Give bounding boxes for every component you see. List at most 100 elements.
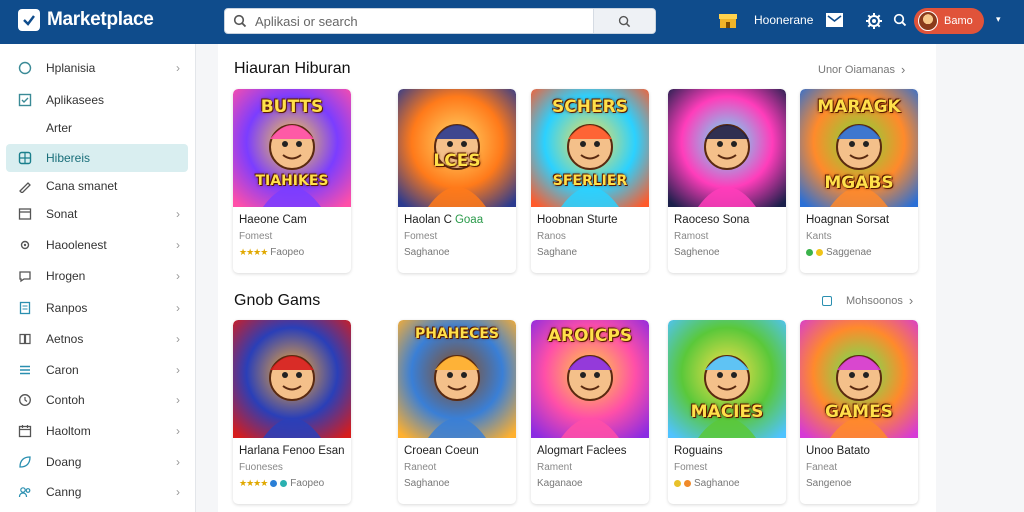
settings-icon[interactable] [865, 12, 883, 30]
app-card[interactable]: AROICPS Alogmart Faclees Rament Kaganaoe [531, 320, 649, 504]
user-name: Bamo [944, 15, 973, 27]
app-meta-text: Saghanoe [694, 478, 740, 489]
sidebar-item[interactable]: Hibereis [6, 144, 188, 172]
thumbnail-title-text: BUTTS [260, 97, 324, 117]
app-card[interactable]: LCES Haolan C Goaa Fomest Saghanoe [398, 89, 516, 273]
app-card[interactable]: BUTTS TIAHIKES Haeone Cam Fomest ★★★★ Faopeo [233, 89, 351, 273]
app-title-text: Croean Coeun [404, 445, 479, 457]
chevron-down-icon[interactable]: ▾ [996, 14, 1001, 25]
app-title[interactable]: Haeone Cam [239, 214, 307, 226]
sidebar-item[interactable]: Contoh › [6, 386, 188, 414]
section-see-all-link[interactable]: Unor Oiamanas › [818, 62, 905, 77]
app-thumbnail[interactable]: GAMES [800, 320, 918, 438]
app-meta-text: Saghenoe [674, 247, 720, 258]
app-title[interactable]: Harlana Fenoo Esan [239, 445, 344, 457]
sidebar-item-label: Cana smanet [46, 179, 118, 193]
app-thumbnail[interactable]: AROICPS [531, 320, 649, 438]
app-thumbnail[interactable]: PHAHECES [398, 320, 516, 438]
app-meta: ★★★★ Faopeo [239, 478, 324, 489]
app-category: Fuoneses [239, 462, 283, 473]
section-link-label: Mohsoonos [846, 294, 903, 307]
sidebar-item[interactable]: Sonat › [6, 200, 188, 228]
sidebar-item[interactable]: Aetnos › [6, 325, 188, 353]
sidebar-item[interactable]: Doang › [6, 448, 188, 476]
thumbnail-title-text: GAMES [825, 402, 893, 422]
chevron-right-icon: › [176, 393, 180, 407]
sidebar-item[interactable]: Cana smanet [6, 172, 188, 200]
sidebar-item-label: Haoolenest [46, 238, 107, 252]
sidebar-item[interactable]: Ranpos › [6, 294, 188, 322]
sidebar-item[interactable]: Haoolenest › [6, 231, 188, 259]
avatar [918, 11, 938, 31]
sidebar-item-label: Arter [46, 121, 73, 135]
header-search-icon[interactable] [893, 13, 907, 27]
badge-dot-icon [816, 249, 823, 256]
circle-icon [18, 61, 32, 75]
app-meta: Saghanoe [404, 247, 450, 258]
section-link-label: Unor Oiamanas [818, 63, 896, 76]
app-title[interactable]: Unoo Batato [806, 445, 870, 457]
header-label[interactable]: Hoonerane [754, 13, 813, 27]
app-thumbnail[interactable]: MARAGK MGABS [800, 89, 918, 207]
search-button[interactable] [593, 9, 655, 33]
sidebar: Hplanisia › Aplikasees Arter Hibereis Cana sm… [0, 44, 196, 512]
chevron-right-icon: › [176, 424, 180, 438]
sidebar-item[interactable]: Aplikasees [6, 86, 188, 114]
chevron-right-icon: › [176, 485, 180, 499]
sidebar-item[interactable]: Arter [6, 114, 188, 142]
app-category: Fomest [674, 462, 708, 473]
app-card[interactable]: MACIES Roguains Fomest Saghanoe [668, 320, 786, 504]
app-thumbnail[interactable]: MACIES [668, 320, 786, 438]
sidebar-item[interactable]: Hrogen › [6, 262, 188, 290]
app-card[interactable]: Raoceso Sona Ramost Saghenoe [668, 89, 786, 273]
app-thumbnail[interactable]: BUTTS TIAHIKES [233, 89, 351, 207]
app-title[interactable]: Hoagnan Sorsat [806, 214, 889, 226]
app-logo[interactable]: Marketplace [18, 9, 154, 31]
app-meta: Sangenoe [806, 478, 852, 489]
app-card[interactable]: SCHERS SFERLIER Hoobnan Sturte Ranos Saghane [531, 89, 649, 273]
sidebar-item-label: Hibereis [46, 151, 91, 165]
chevron-right-icon: › [901, 62, 906, 77]
app-thumbnail[interactable]: LCES [398, 89, 516, 207]
app-thumbnail[interactable] [233, 320, 351, 438]
app-meta: Saghane [537, 247, 577, 258]
sidebar-item[interactable]: Hplanisia › [6, 54, 188, 82]
app-category: Ramost [674, 231, 709, 242]
app-meta-text: Saggenae [826, 247, 872, 258]
app-meta: Saghenoe [674, 247, 720, 258]
sidebar-item-label: Hrogen [46, 269, 86, 283]
sidebar-item-label: Aplikasees [46, 93, 105, 107]
user-menu-button[interactable]: Bamo [914, 8, 984, 34]
app-title[interactable]: Haolan C Goaa [404, 214, 483, 226]
thumbnail-title-text: MGABS [824, 173, 894, 193]
app-card[interactable]: MARAGK MGABS Hoagnan Sorsat Kants Saggenae [800, 89, 918, 273]
pencil-icon [18, 179, 32, 194]
app-title[interactable]: Croean Coeun [404, 445, 479, 457]
mail-icon[interactable] [826, 13, 843, 27]
store-icon[interactable] [718, 12, 738, 30]
sidebar-item-label: Hplanisia [46, 61, 96, 75]
app-title[interactable]: Raoceso Sona [674, 214, 749, 226]
section-see-all-link[interactable]: Mohsoonos › [822, 293, 913, 308]
sidebar-item[interactable]: Caron › [6, 356, 188, 384]
sidebar-item[interactable]: Canng › [6, 478, 188, 506]
app-card[interactable]: PHAHECES Croean Coeun Raneot Saghanoe [398, 320, 516, 504]
app-title[interactable]: Hoobnan Sturte [537, 214, 618, 226]
document-icon [18, 301, 32, 315]
search-input[interactable] [255, 9, 617, 33]
app-category: Fomest [404, 231, 438, 242]
app-card[interactable]: Harlana Fenoo Esan Fuoneses ★★★★ Faopeo [233, 320, 351, 504]
rating-stars: ★★★★ [239, 247, 268, 257]
clock-icon [18, 393, 32, 407]
badge-dot-icon [806, 249, 813, 256]
thumbnail-title-text: PHAHECES [414, 326, 499, 342]
app-card[interactable]: GAMES Unoo Batato Faneat Sangenoe [800, 320, 918, 504]
chevron-right-icon: › [176, 301, 180, 315]
app-thumbnail[interactable]: SCHERS SFERLIER [531, 89, 649, 207]
section-title: Gnob Gams [234, 292, 321, 309]
sidebar-item[interactable]: Haoltom › [6, 417, 188, 445]
app-thumbnail[interactable] [668, 89, 786, 207]
app-title[interactable]: Roguains [674, 445, 723, 457]
badge-dot-icon [684, 480, 691, 487]
app-title[interactable]: Alogmart Faclees [537, 445, 626, 457]
